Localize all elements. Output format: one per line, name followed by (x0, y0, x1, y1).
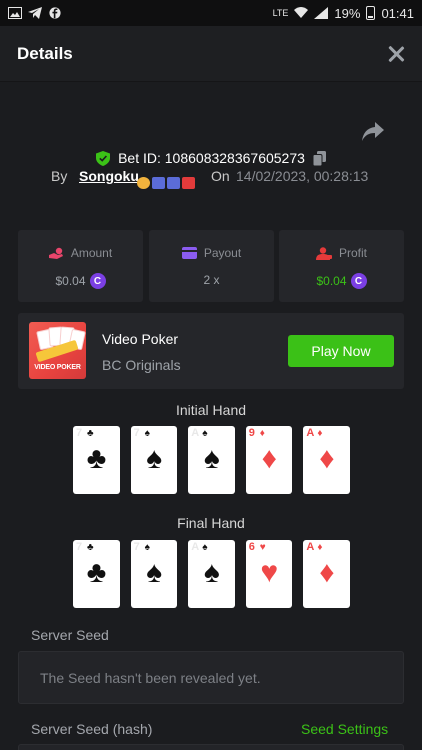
club-icon: ♣ (87, 542, 94, 553)
user-money-icon (315, 246, 332, 260)
hand-emoji-icon (137, 177, 150, 189)
diamond-icon: ♦ (319, 442, 335, 475)
server-seed-value: The Seed hasn't been revealed yet. (40, 669, 261, 686)
card-rank: 7 (76, 427, 83, 439)
signal-icon (314, 7, 329, 19)
spade-icon: ♠ (202, 542, 208, 553)
server-seed-hash-field (18, 744, 404, 750)
card-rank: A (191, 541, 200, 553)
playing-card: A ♠ ♠ (188, 426, 235, 494)
play-now-button[interactable]: Play Now (288, 335, 394, 367)
bet-id-row: Bet ID: 108608328367605273 (0, 150, 422, 166)
details-header: Details (0, 26, 422, 82)
card-rank: 7 (76, 541, 83, 553)
initial-hand: 7 ♣ ♣ 7 ♠ ♠ A ♠ ♠ 9 ♦ ♦ A ♦ ♦ (73, 426, 350, 494)
diamond-icon: ♦ (317, 542, 323, 553)
profit-value: $0.04 (316, 274, 347, 288)
card-rank: A (191, 427, 200, 439)
share-icon[interactable] (361, 121, 385, 143)
heart-icon: ♥ (260, 556, 279, 589)
heart-icon: ♥ (259, 542, 266, 553)
amount-value: $0.04 (55, 274, 86, 288)
playing-card: A ♦ ♦ (303, 540, 350, 608)
on-label: On (211, 168, 230, 184)
game-card: VIDEO POKER Video Poker BC Originals Pla… (18, 313, 404, 389)
playing-card: A ♦ ♦ (303, 426, 350, 494)
diamond-icon: ♦ (319, 556, 335, 589)
initial-hand-title: Initial Hand (175, 402, 247, 418)
user-badges (137, 177, 195, 189)
wifi-icon (294, 7, 309, 18)
hand-coins-icon (48, 247, 63, 259)
playing-card: 6 ♥ ♥ (245, 540, 293, 608)
spade-icon: ♠ (146, 442, 163, 475)
playing-card: 7 ♠ ♠ (130, 540, 178, 608)
final-hand-title: Final Hand (177, 515, 245, 531)
playing-card: 7 ♣ ♣ (73, 540, 120, 608)
card-rank: 9 (248, 427, 255, 439)
playing-card: 7 ♠ ♠ (130, 426, 178, 494)
payout-card: Payout 2 x (149, 230, 274, 302)
bet-id: Bet ID: 108608328367605273 (118, 150, 305, 166)
bet-date: 14/02/2023, 00:28:13 (236, 168, 369, 184)
diamond-icon: ♦ (317, 428, 323, 439)
spade-icon: ♠ (144, 428, 150, 439)
club-icon: ♣ (87, 428, 94, 439)
card-rank: 7 (133, 427, 140, 439)
wallet-icon (181, 247, 197, 259)
seed-settings-link[interactable]: Seed Settings (301, 721, 388, 737)
telegram-icon (28, 7, 42, 19)
by-label: By (51, 168, 68, 184)
battery-percent: 19% (334, 5, 361, 21)
spade-icon: ♠ (203, 556, 220, 589)
clock: 01:41 (381, 5, 414, 21)
card-rank: 7 (133, 541, 140, 553)
server-seed-field: The Seed hasn't been revealed yet. (18, 651, 404, 704)
playing-card: A ♠ ♠ (188, 540, 235, 608)
thumbnail-text: VIDEO POKER (34, 364, 81, 371)
card-rank: A (306, 427, 315, 439)
video-poker-thumbnail: VIDEO POKER (29, 322, 86, 379)
profit-label: Profit (338, 246, 367, 260)
server-seed-label: Server Seed (31, 627, 109, 643)
spade-icon: ♠ (202, 428, 208, 439)
server-seed-hash-label: Server Seed (hash) (31, 721, 153, 737)
final-hand: 7 ♣ ♣ 7 ♠ ♠ A ♠ ♠ 6 ♥ ♥ A ♦ ♦ (73, 540, 350, 608)
amount-label: Amount (70, 246, 113, 260)
facebook-icon (49, 7, 61, 19)
diamond-icon: ♦ (259, 428, 265, 439)
sos-icon (182, 177, 195, 189)
spade-icon: ♠ (144, 542, 150, 553)
battery-icon (366, 6, 376, 20)
spade-icon: ♠ (146, 556, 163, 589)
diamond-icon: ♦ (261, 442, 277, 475)
playing-card: 9 ♦ ♦ (245, 426, 293, 494)
close-icon[interactable] (387, 45, 405, 63)
page-title: Details (17, 43, 73, 63)
profit-card: Profit $0.04 C (279, 230, 404, 302)
coin-icon: C (350, 273, 367, 289)
coin-icon: C (89, 273, 106, 289)
club-icon: ♣ (86, 442, 107, 475)
shield-check-icon (96, 150, 111, 166)
payout-value: 2 x (203, 273, 220, 287)
game-provider: BC Originals (102, 357, 181, 373)
club-icon: ♣ (86, 556, 107, 589)
amount-card: Amount $0.04 C (18, 230, 143, 302)
username-link[interactable]: Songoku (79, 168, 139, 184)
card-rank: 6 (248, 541, 255, 553)
arrows-swap-icon (167, 177, 180, 189)
payout-label: Payout (203, 246, 242, 260)
gallery-icon (8, 7, 22, 19)
card-rank: A (306, 541, 315, 553)
status-bar: LTE 19% 01:41 (0, 0, 422, 26)
copy-icon[interactable] (312, 150, 326, 166)
arrow-left-icon (152, 177, 165, 189)
network-label: LTE (272, 8, 289, 18)
game-name: Video Poker (102, 331, 179, 347)
spade-icon: ♠ (203, 442, 220, 475)
playing-card: 7 ♣ ♣ (73, 426, 120, 494)
